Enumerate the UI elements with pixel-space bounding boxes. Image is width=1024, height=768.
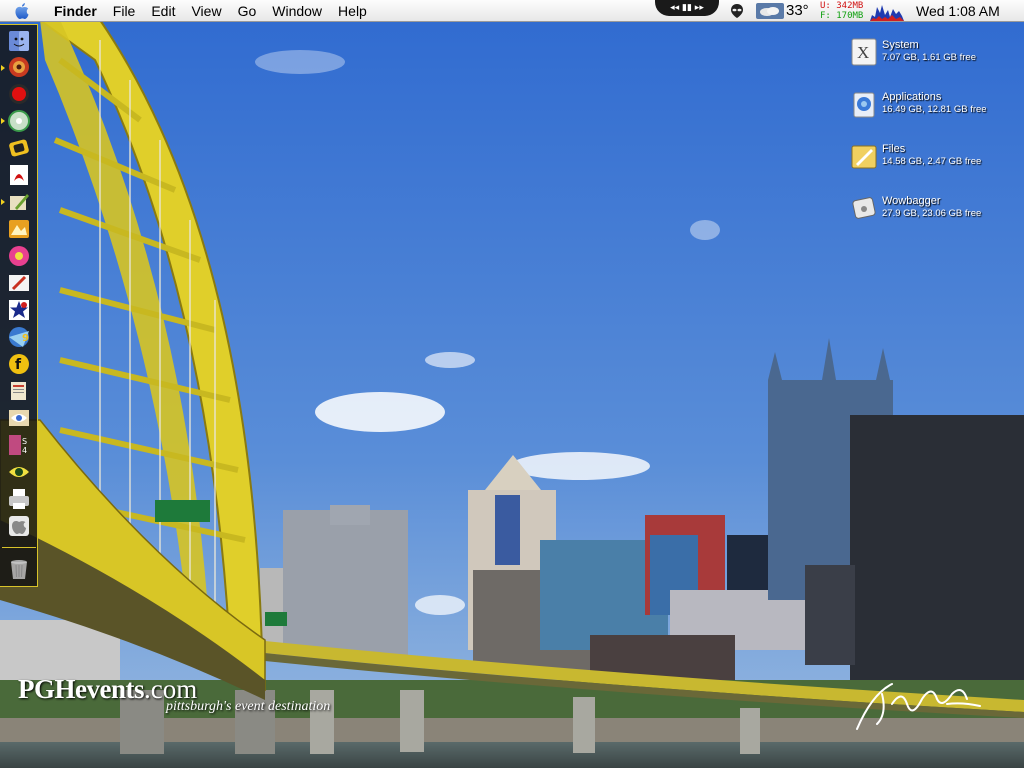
printer-icon [9,489,29,509]
flower-icon [9,246,29,266]
memory-used: U: 342MB [820,1,864,11]
dock-photoshop[interactable]: S4 [6,433,32,457]
applications-disk-icon [853,92,875,118]
photoshop-cs4-icon: S4 [9,435,27,455]
dock-apple-app[interactable] [6,514,32,538]
svg-text:f: f [15,357,22,373]
dock-recorder[interactable] [6,82,32,106]
dock-photo-app[interactable] [6,217,32,241]
volume-info: 14.58 GB, 2.47 GB free [882,156,982,167]
dock: 9 f S4 [0,24,38,587]
alien-icon [731,4,743,18]
dock-pen-tablet[interactable] [6,271,32,295]
text-editor-icon [9,139,29,157]
webbrowser-icon [9,57,29,77]
dock-acrobat[interactable] [6,163,32,187]
documents-icon [11,382,26,400]
desktop-volume-wowbagger[interactable]: Wowbagger 27.9 GB, 23.06 GB free [851,194,1021,230]
svg-text:S: S [22,437,27,446]
dock-printer[interactable] [6,487,32,511]
cloudy-weather-icon [756,3,784,19]
menu-go[interactable]: Go [230,0,265,22]
volume-name: Applications [882,91,942,103]
weather-menu-extra[interactable] [756,0,784,22]
dock-finder[interactable] [6,29,32,53]
desktop-volume-applications[interactable]: Applications 16.49 GB, 12.81 GB free [851,90,1021,126]
volume-info: 7.07 GB, 1.61 GB free [882,52,976,63]
apple-icon [15,2,29,19]
brand-name: PGHevents [18,674,144,704]
svg-text:4: 4 [22,446,27,455]
dock-trash[interactable] [6,557,32,581]
menu-help[interactable]: Help [330,0,375,22]
pen-tablet-icon [9,275,29,291]
cd-icon [8,110,30,132]
finder-icon [9,31,29,51]
weather-temperature: 33° [786,2,809,19]
photographer-signature [856,683,981,730]
itunes-controls[interactable]: ◂◂ ▮▮ ▸▸ [655,0,719,16]
menu-edit[interactable]: Edit [143,0,183,22]
wallpaper-tagline: pittsburgh's event destination [166,699,331,714]
dock-web-browser[interactable] [6,55,32,79]
dock-preview[interactable] [6,406,32,430]
menu-view[interactable]: View [183,0,229,22]
desktop-volume-files[interactable]: Files 14.58 GB, 2.47 GB free [851,142,1021,178]
running-indicator [1,65,5,71]
volume-info: 27.9 GB, 23.06 GB free [882,208,982,219]
volume-name: Wowbagger [882,195,941,207]
itunes-controls-label: ◂◂ ▮▮ ▸▸ [670,3,704,13]
dock-pencil-app[interactable] [6,190,32,214]
dock-text-editor[interactable] [6,136,32,160]
trash-icon [11,560,27,579]
volume-name: Files [882,143,906,155]
svg-text:X: X [857,43,869,62]
volume-info: 16.49 GB, 12.81 GB free [882,104,987,115]
record-icon [9,84,29,104]
pencil-icon [10,194,29,210]
files-disk-icon [851,145,877,169]
menu-finder[interactable]: Finder [44,0,105,22]
svg-text:9: 9 [22,333,29,344]
memory-monitor[interactable]: U: 342MB F: 170MB [820,1,863,21]
dock-network-app[interactable]: 9 [6,325,32,349]
menu-file[interactable]: File [105,0,144,22]
network-icon: 9 [9,327,29,347]
eye-icon-2 [9,467,29,477]
external-disk-icon [852,197,876,219]
dock-cd-app[interactable] [6,109,32,133]
osx-disk-icon: X [851,38,877,66]
memory-free: F: 170MB [820,11,864,21]
dock-eye-app[interactable] [6,460,32,484]
eye-icon [9,410,29,426]
volume-name: System [882,39,919,51]
dock-documents[interactable] [6,379,32,403]
photo-icon [9,220,29,238]
flash-icon: f [9,354,29,374]
acrobat-icon [10,165,28,185]
menubar-clock[interactable]: Wed 1:08 AM [916,0,1000,22]
menu-bar: Finder File Edit View Go Window Help ◂◂ … [0,0,1024,22]
alien-menu-extra[interactable] [728,0,746,22]
cpu-graph-icon [870,5,904,21]
star-icon [9,300,29,320]
dock-flash-app[interactable]: f [6,352,32,376]
dock-separator [2,547,36,548]
desktop-volume-system[interactable]: X System 7.07 GB, 1.61 GB free [851,38,1021,74]
cpu-monitor[interactable] [870,0,904,22]
dock-star-app[interactable] [6,298,32,322]
dock-flower-app[interactable] [6,244,32,268]
apple-icon [9,516,29,536]
apple-menu[interactable] [0,0,44,22]
menu-window[interactable]: Window [264,0,330,22]
running-indicator [1,199,5,205]
running-indicator [1,118,5,124]
